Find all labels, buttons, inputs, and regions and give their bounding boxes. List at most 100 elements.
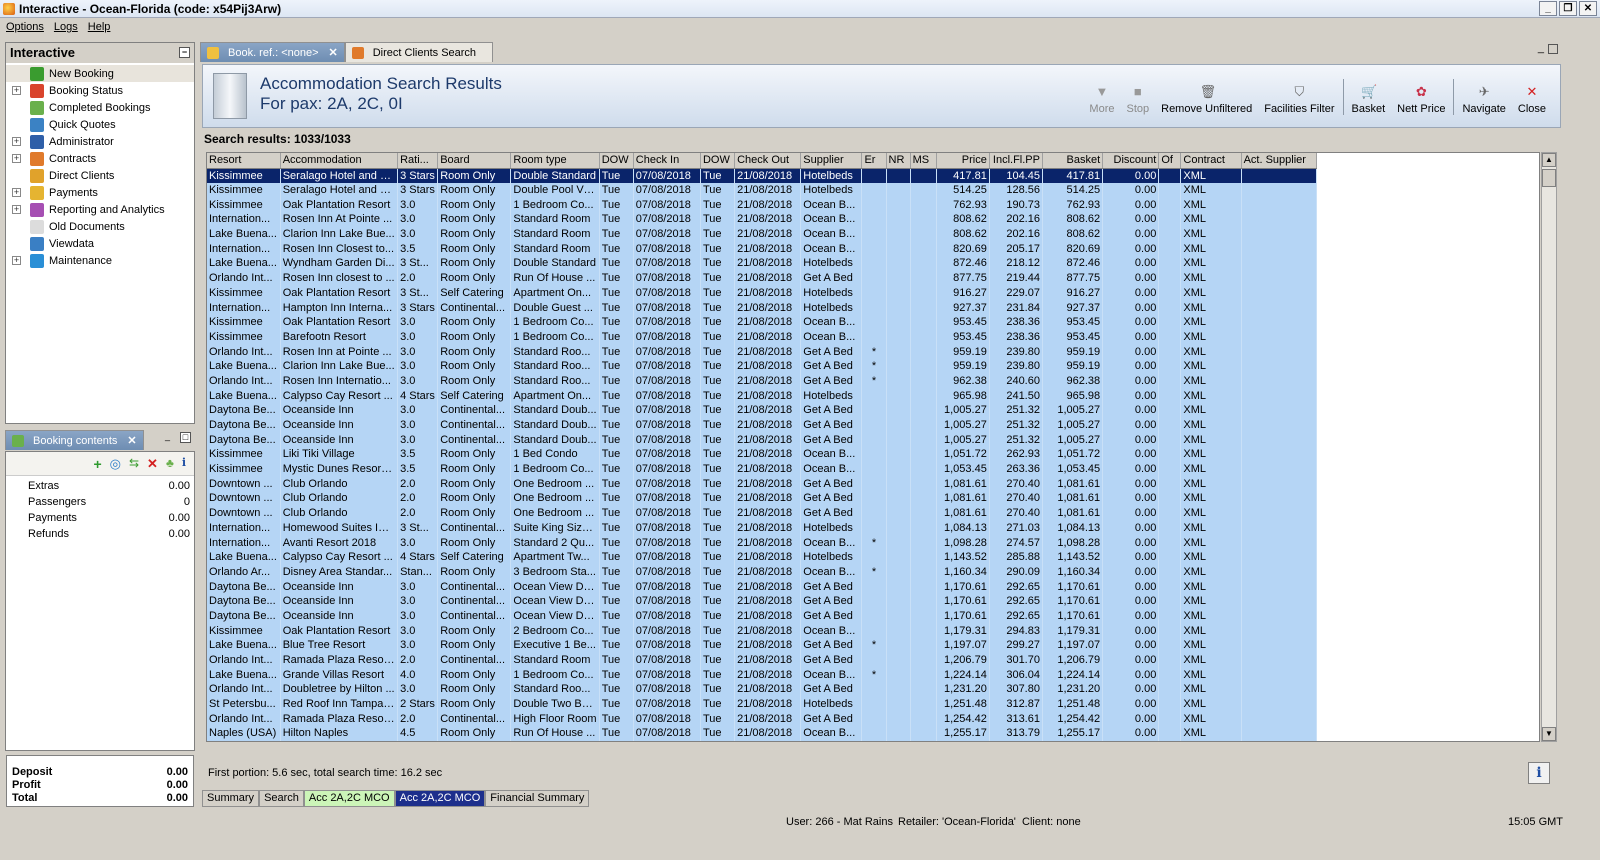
table-row[interactable]: Orlando Int... Ramada Plaza Resort... 2.0 C…	[207, 711, 1318, 727]
menu-options[interactable]: Options	[6, 21, 44, 35]
info-icon[interactable]: i	[182, 456, 186, 471]
table-row[interactable]: Orlando Int... Doubletree by Hilton ... 3.…	[207, 682, 1318, 697]
column-header[interactable]: MS	[910, 153, 937, 169]
expand-icon[interactable]: +	[12, 205, 21, 214]
navigate-button[interactable]: ✈ Navigate	[1456, 85, 1511, 116]
column-header[interactable]: Price	[936, 153, 990, 169]
scroll-down-icon[interactable]: ▼	[1542, 727, 1556, 741]
column-header[interactable]: Act. Supplier	[1241, 153, 1318, 169]
table-row[interactable]: Internation... Avanti Resort 2018 3.0 Room …	[207, 535, 1318, 550]
column-header[interactable]: DOW	[700, 153, 736, 169]
table-row[interactable]: Daytona Be... Oceanside Inn 3.0 Continental…	[207, 403, 1318, 418]
table-row[interactable]: Lake Buena... Clarion Inn Lake Bue... 3.0 R…	[207, 226, 1318, 242]
table-row[interactable]: Internation... Rosen Inn At Pointe ... 3.0…	[207, 212, 1318, 227]
table-row[interactable]: Daytona Be... Oceanside Inn 3.0 Continental…	[207, 417, 1318, 433]
nav-item-payments[interactable]: + Payments	[6, 184, 194, 201]
grid-vertical-scrollbar[interactable]: ▲ ▼	[1541, 152, 1557, 742]
table-row[interactable]: Internation... Hampton Inn Interna... 3 St…	[207, 300, 1318, 315]
minimize-panel-button[interactable]: _	[162, 432, 173, 443]
table-row[interactable]: Orlando Int... Rosen Inn Internatio... 3.0…	[207, 373, 1318, 389]
tab-direct-clients-search[interactable]: Direct Clients Search	[344, 42, 493, 62]
expand-icon[interactable]: +	[12, 86, 21, 95]
column-header[interactable]: Rati...	[397, 153, 439, 169]
table-row[interactable]: Daytona Be... Oceanside Inn 3.0 Continental…	[207, 608, 1318, 624]
minimize-main-button[interactable]: _	[1538, 42, 1544, 54]
table-row[interactable]: Kissimmee Seralago Hotel and S... 3 Stars R…	[207, 182, 1318, 198]
expand-icon[interactable]: +	[12, 188, 21, 197]
nav-item-new-booking[interactable]: New Booking	[6, 65, 194, 82]
table-row[interactable]: Downtown ... Club Orlando 2.0 Room Only One …	[207, 491, 1318, 506]
minimize-button[interactable]: _	[1539, 1, 1557, 16]
nav-item-completed-bookings[interactable]: Completed Bookings	[6, 99, 194, 116]
table-row[interactable]: Lake Buena... Clarion Inn Lake Bue... 3.0 R…	[207, 358, 1318, 374]
table-row[interactable]: Kissimmee Barefootn Resort 3.0 Room Only 1 B…	[207, 329, 1318, 345]
table-row[interactable]: Orlando Int... Ramada Plaza Resort... 2.0 C…	[207, 652, 1318, 668]
bottom-tab-acc-2a-2c-mco[interactable]: Acc 2A,2C MCO	[303, 790, 395, 807]
column-header[interactable]: Check Out	[734, 153, 802, 169]
column-header[interactable]: Resort	[207, 153, 281, 169]
table-row[interactable]: Lake Buena... Grande Villas Resort 4.0 Room…	[207, 667, 1318, 683]
table-row[interactable]: Downtown ... Club Orlando 2.0 Room Only One …	[207, 476, 1318, 492]
table-row[interactable]: Lake Buena... Wyndham Garden Di... 3 St...…	[207, 256, 1318, 271]
column-header[interactable]: DOW	[599, 153, 634, 169]
table-row[interactable]: Kissimmee Seralago Hotel and S... 3 Stars R…	[207, 168, 1318, 183]
stop-button[interactable]: ■ Stop	[1120, 85, 1155, 116]
menu-help[interactable]: Help	[88, 21, 111, 35]
scroll-up-icon[interactable]: ▲	[1542, 153, 1556, 167]
delete-icon[interactable]: ✕	[147, 456, 158, 471]
table-row[interactable]: Orlando Ar... Disney Area Standar... Stan.…	[207, 564, 1318, 580]
table-row[interactable]: Naples (USA) Hilton Naples 4.5 Room Only Run…	[207, 726, 1318, 741]
transfer-icon[interactable]: ⇆	[129, 456, 139, 471]
table-row[interactable]: Internation... Homewood Suites Int... 3 St…	[207, 520, 1318, 536]
info-button[interactable]: i	[1528, 762, 1550, 784]
column-header[interactable]: Basket	[1042, 153, 1104, 169]
nav-item-reporting-and-analytics[interactable]: + Reporting and Analytics	[6, 201, 194, 218]
close-button[interactable]: ✕ Close	[1512, 85, 1552, 116]
table-row[interactable]: Orlando Int... Rosen Inn at Pointe ... 3.0…	[207, 344, 1318, 359]
table-row[interactable]: Daytona Be... Oceanside Inn 3.0 Continental…	[207, 593, 1318, 609]
palm-tree-icon[interactable]: ♣	[166, 456, 174, 471]
table-row[interactable]: Lake Buena... Calypso Cay Resort ... 4 Sta…	[207, 388, 1318, 403]
nett-price-button[interactable]: ✿ Nett Price	[1391, 85, 1451, 116]
column-header[interactable]: Supplier	[800, 153, 863, 169]
table-row[interactable]: Internation... Rosen Inn Closest to... 3.5…	[207, 241, 1318, 257]
nav-item-administrator[interactable]: + Administrator	[6, 133, 194, 150]
nav-item-booking-status[interactable]: + Booking Status	[6, 82, 194, 99]
bottom-tab-acc-2a-2c-mco[interactable]: Acc 2A,2C MCO	[394, 790, 486, 807]
table-row[interactable]: Kissimmee Oak Plantation Resort 3.0 Room On…	[207, 623, 1318, 638]
bottom-tab-search[interactable]: Search	[259, 790, 304, 807]
table-row[interactable]: St Petersbu... Red Roof Inn Tampa ... 2 St…	[207, 696, 1318, 712]
nav-item-maintenance[interactable]: + Maintenance	[6, 252, 194, 269]
scroll-thumb[interactable]	[1542, 169, 1556, 187]
menu-logs[interactable]: Logs	[54, 21, 78, 35]
maximize-main-button[interactable]	[1548, 44, 1558, 54]
nav-item-contracts[interactable]: + Contracts	[6, 150, 194, 167]
table-row[interactable]: Kissimmee Oak Plantation Resort 3.0 Room On…	[207, 197, 1318, 213]
nav-item-quick-quotes[interactable]: Quick Quotes	[6, 116, 194, 133]
restore-button[interactable]: ❐	[1559, 1, 1577, 16]
table-row[interactable]: Downtown ... Club Orlando 2.0 Room Only One …	[207, 505, 1318, 521]
bottom-tab-summary[interactable]: Summary	[202, 790, 260, 807]
column-header[interactable]: Accommodation	[280, 153, 399, 169]
column-header[interactable]: Discount	[1102, 153, 1160, 169]
table-row[interactable]: Orlando Int... Rosen Inn closest to ... 2.…	[207, 270, 1318, 286]
close-window-button[interactable]: ✕	[1579, 1, 1597, 16]
nav-item-old-documents[interactable]: Old Documents	[6, 218, 194, 235]
column-header[interactable]: Er	[861, 153, 887, 169]
close-tab-icon[interactable]: ✕	[329, 46, 338, 59]
column-header[interactable]: NR	[886, 153, 911, 169]
table-row[interactable]: Daytona Be... Oceanside Inn 3.0 Continental…	[207, 432, 1318, 448]
column-header[interactable]: Board	[437, 153, 512, 169]
refresh-icon[interactable]: ◎	[110, 456, 121, 471]
table-row[interactable]: Lake Buena... Blue Tree Resort 3.0 Room Onl…	[207, 638, 1318, 653]
close-icon[interactable]: ✕	[127, 434, 136, 447]
column-header[interactable]: Check In	[633, 153, 701, 169]
expand-icon[interactable]: +	[12, 137, 21, 146]
tab-booking-ref[interactable]: Book. ref.: <none> ✕	[200, 42, 345, 62]
column-header[interactable]: Of	[1158, 153, 1182, 169]
table-row[interactable]: Kissimmee Oak Plantation Resort 3 St... Sel…	[207, 285, 1318, 301]
table-row[interactable]: Kissimmee Liki Tiki Village 3.5 Room Only 1 …	[207, 447, 1318, 462]
maximize-panel-button[interactable]: □	[180, 432, 191, 443]
remove-unfiltered-button[interactable]: 🗑 Remove Unfiltered	[1155, 85, 1258, 116]
column-header[interactable]: Room type	[510, 153, 600, 169]
